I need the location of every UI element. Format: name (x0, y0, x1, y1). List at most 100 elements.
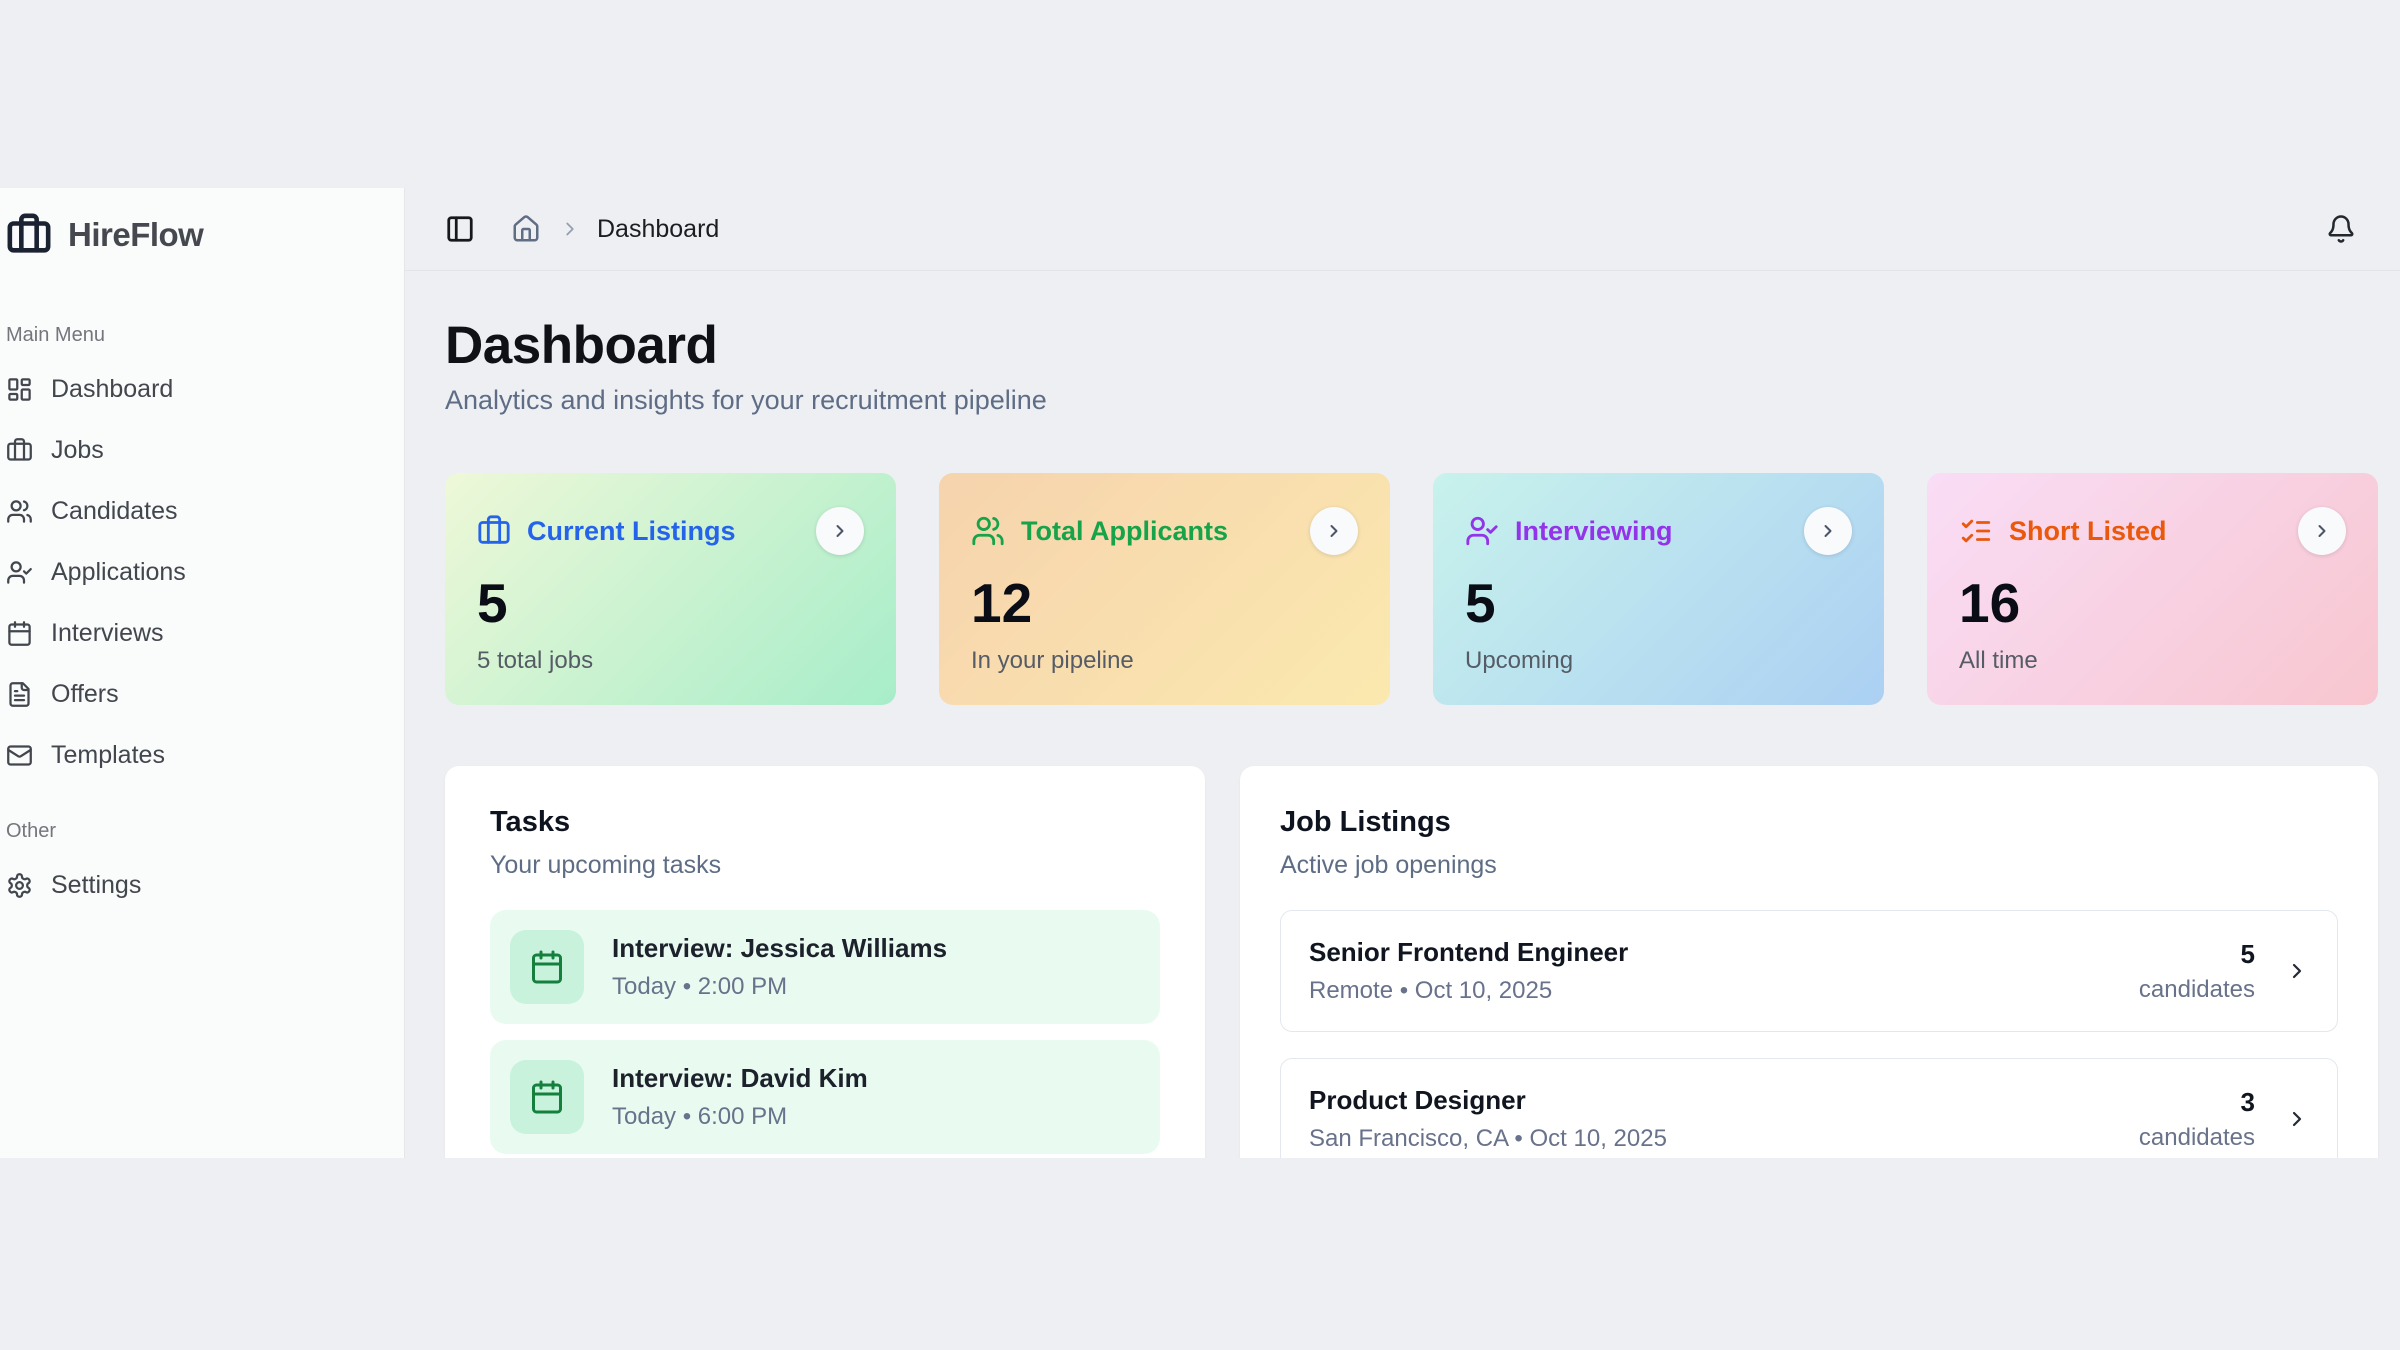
calendar-icon (510, 1060, 584, 1134)
job-listings-subtitle: Active job openings (1280, 851, 2338, 880)
users-icon (6, 498, 33, 525)
task-text: Interview: Jessica Williams Today • 2:00… (612, 933, 947, 1001)
task-row[interactable]: Interview: Jessica Williams Today • 2:00… (490, 910, 1160, 1024)
brand-name: HireFlow (68, 216, 203, 254)
sidebar-section-label-main-menu: Main Menu (6, 324, 394, 347)
stat-chevron-button[interactable] (1804, 507, 1852, 555)
task-title: Interview: David Kim (612, 1063, 868, 1094)
chevron-right-icon (2285, 959, 2309, 983)
stat-card-header: Short Listed (1959, 507, 2346, 555)
stat-card-current-listings: Current Listings 5 5 total jobs (445, 473, 896, 705)
job-listings-panel: Job Listings Active job openings Senior … (1240, 766, 2378, 1158)
task-row[interactable]: Interview: David Kim Today • 6:00 PM (490, 1040, 1160, 1154)
stat-chevron-button[interactable] (2298, 507, 2346, 555)
job-listings-title: Job Listings (1280, 806, 2338, 839)
chevron-right-icon (2285, 1107, 2309, 1131)
sidebar-item-label: Jobs (51, 436, 104, 465)
breadcrumb-home-link[interactable] (511, 214, 541, 244)
stat-card-total-applicants: Total Applicants 12 In your pipeline (939, 473, 1390, 705)
stat-value: 12 (971, 571, 1358, 635)
breadcrumb-current: Dashboard (597, 215, 719, 244)
stat-value: 16 (1959, 571, 2346, 635)
job-candidates: 3 candidates (2139, 1087, 2255, 1152)
sidebar-item-label: Applications (51, 558, 186, 587)
stat-card-interviewing: Interviewing 5 Upcoming (1433, 473, 1884, 705)
stat-value: 5 (1465, 571, 1852, 635)
job-candidate-label: candidates (2139, 1124, 2255, 1152)
sidebar: HireFlow Main Menu Dashboard Jobs Candi (0, 188, 405, 1158)
gear-icon (6, 872, 33, 899)
stat-card-header: Interviewing (1465, 507, 1852, 555)
sidebar-item-templates[interactable]: Templates (6, 725, 394, 786)
sidebar-item-settings[interactable]: Settings (6, 855, 394, 916)
list-checks-icon (1959, 514, 1993, 548)
page-subtitle: Analytics and insights for your recruitm… (445, 385, 2378, 416)
calendar-icon (510, 930, 584, 1004)
stat-label: Total Applicants (1021, 516, 1228, 547)
panel-left-icon (445, 214, 475, 244)
task-text: Interview: David Kim Today • 6:00 PM (612, 1063, 868, 1131)
task-time: Today • 6:00 PM (612, 1103, 868, 1131)
tasks-panel: Tasks Your upcoming tasks Interview: Jes… (445, 766, 1205, 1158)
main-area: Dashboard Dashboard Analytics and insigh… (405, 188, 2400, 1158)
sidebar-item-offers[interactable]: Offers (6, 664, 394, 725)
sidebar-nav-other: Settings (6, 855, 394, 916)
calendar-icon (6, 620, 33, 647)
sidebar-item-label: Settings (51, 871, 141, 900)
stat-card-header: Current Listings (477, 507, 864, 555)
sidebar-section-label-other: Other (6, 820, 394, 843)
stat-subtext: All time (1959, 647, 2346, 675)
stat-label: Interviewing (1515, 516, 1673, 547)
task-time: Today • 2:00 PM (612, 973, 947, 1001)
topbar: Dashboard (405, 188, 2400, 271)
job-meta: Remote • Oct 10, 2025 (1309, 977, 1628, 1005)
briefcase-icon (477, 514, 511, 548)
task-title: Interview: Jessica Williams (612, 933, 947, 964)
stat-subtext: 5 total jobs (477, 647, 864, 675)
bell-icon (2326, 214, 2356, 244)
job-title: Product Designer (1309, 1085, 1667, 1116)
chevron-right-icon (1324, 521, 1344, 541)
job-row[interactable]: Senior Frontend Engineer Remote • Oct 10… (1280, 910, 2338, 1032)
sidebar-toggle-button[interactable] (445, 214, 475, 244)
tasks-panel-subtitle: Your upcoming tasks (490, 851, 1160, 880)
layout-dashboard-icon (6, 376, 33, 403)
chevron-right-icon (559, 218, 581, 240)
sidebar-nav-main: Dashboard Jobs Candidates Applications (6, 359, 394, 786)
sidebar-item-interviews[interactable]: Interviews (6, 603, 394, 664)
job-candidates: 5 candidates (2139, 939, 2255, 1004)
notifications-button[interactable] (2326, 214, 2356, 244)
job-candidate-label: candidates (2139, 976, 2255, 1004)
task-list: Interview: Jessica Williams Today • 2:00… (490, 910, 1160, 1154)
briefcase-icon (6, 437, 33, 464)
job-title: Senior Frontend Engineer (1309, 937, 1628, 968)
user-check-icon (6, 559, 33, 586)
stat-chevron-button[interactable] (1310, 507, 1358, 555)
stat-chevron-button[interactable] (816, 507, 864, 555)
chevron-right-icon (2312, 521, 2332, 541)
chevron-right-icon (830, 521, 850, 541)
sidebar-item-dashboard[interactable]: Dashboard (6, 359, 394, 420)
job-candidate-count: 5 (2139, 939, 2255, 970)
sidebar-item-label: Offers (51, 680, 119, 709)
chevron-right-icon (1818, 521, 1838, 541)
job-text: Senior Frontend Engineer Remote • Oct 10… (1309, 937, 1628, 1005)
tasks-panel-title: Tasks (490, 806, 1160, 839)
user-check-icon (1465, 514, 1499, 548)
stat-label: Current Listings (527, 516, 736, 547)
sidebar-item-jobs[interactable]: Jobs (6, 420, 394, 481)
sidebar-item-label: Interviews (51, 619, 164, 648)
sidebar-item-applications[interactable]: Applications (6, 542, 394, 603)
job-row[interactable]: Product Designer San Francisco, CA • Oct… (1280, 1058, 2338, 1158)
sidebar-item-candidates[interactable]: Candidates (6, 481, 394, 542)
stat-subtext: Upcoming (1465, 647, 1852, 675)
panels-row: Tasks Your upcoming tasks Interview: Jes… (445, 766, 2378, 1158)
page-content: Dashboard Analytics and insights for you… (405, 271, 2400, 1158)
stats-row: Current Listings 5 5 total jobs (445, 473, 2378, 705)
job-candidate-count: 3 (2139, 1087, 2255, 1118)
sidebar-item-label: Candidates (51, 497, 177, 526)
stat-value: 5 (477, 571, 864, 635)
app-window: HireFlow Main Menu Dashboard Jobs Candi (0, 188, 2400, 1158)
stat-card-short-listed: Short Listed 16 All time (1927, 473, 2378, 705)
page-title: Dashboard (445, 315, 2378, 376)
